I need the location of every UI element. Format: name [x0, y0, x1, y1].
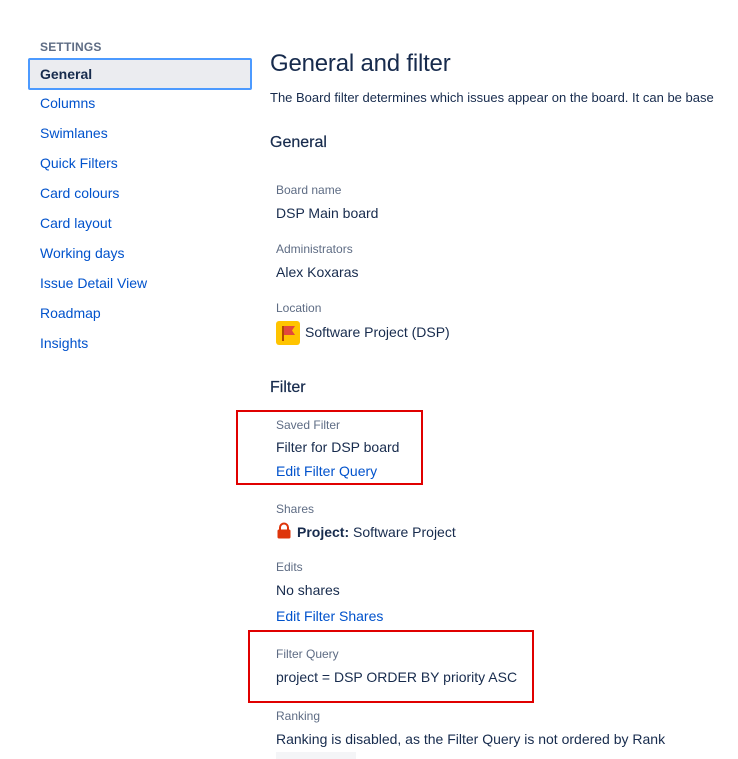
- general-section-heading: General: [270, 134, 327, 151]
- edits-field: Edits No shares Edit Filter Shares: [276, 559, 383, 626]
- location-value[interactable]: Software Project (DSP): [305, 324, 450, 340]
- lock-icon: [276, 522, 292, 544]
- saved-filter-value: Filter for DSP board: [276, 439, 400, 455]
- shares-label: Shares: [276, 502, 315, 516]
- saved-filter-field: Saved Filter Filter for DSP board Edit F…: [276, 417, 399, 481]
- sidebar-item-card-layout[interactable]: Card layout: [28, 208, 252, 238]
- sidebar-item-card-colours[interactable]: Card colours: [28, 178, 252, 208]
- sidebar-item-swimlanes[interactable]: Swimlanes: [28, 118, 252, 148]
- settings-sidebar: SETTINGS General Columns Swimlanes Quick…: [28, 38, 252, 358]
- edits-value: No shares: [276, 582, 340, 598]
- board-name-value: DSP Main board: [276, 205, 379, 221]
- administrators-field: Administrators Alex Koxaras: [276, 241, 358, 282]
- edit-filter-query-link[interactable]: Edit Filter Query: [276, 461, 399, 481]
- shares-value: Software Project: [353, 524, 456, 540]
- ranking-field: Ranking Ranking is disabled, as the Filt…: [276, 708, 665, 749]
- shares-field: Shares Project: Software Project: [276, 501, 456, 542]
- sidebar-item-quick-filters[interactable]: Quick Filters: [28, 148, 252, 178]
- board-settings-page: SETTINGS General Columns Swimlanes Quick…: [0, 0, 738, 759]
- saved-filter-label: Saved Filter: [276, 418, 341, 432]
- sidebar-heading: SETTINGS: [40, 40, 102, 54]
- page-description: The Board filter determines which issues…: [270, 90, 714, 105]
- sidebar-item-roadmap[interactable]: Roadmap: [28, 298, 252, 328]
- filter-section-heading: Filter: [270, 379, 306, 396]
- ranking-value: Ranking is disabled, as the Filter Query…: [276, 731, 666, 747]
- project-flag-icon: [276, 321, 300, 346]
- page-title: General and filter: [270, 50, 451, 77]
- partial-button[interactable]: [276, 752, 356, 759]
- edits-label: Edits: [276, 560, 303, 574]
- sidebar-item-general[interactable]: General: [28, 58, 252, 90]
- administrators-value: Alex Koxaras: [276, 264, 359, 280]
- edit-filter-shares-link[interactable]: Edit Filter Shares: [276, 606, 383, 626]
- filter-query-field: Filter Query project = DSP ORDER BY prio…: [276, 646, 517, 687]
- sidebar-item-insights[interactable]: Insights: [28, 328, 252, 358]
- board-name-label: Board name: [276, 183, 342, 197]
- ranking-label: Ranking: [276, 709, 321, 723]
- administrators-label: Administrators: [276, 242, 353, 256]
- location-label: Location: [276, 301, 322, 315]
- filter-query-label: Filter Query: [276, 647, 339, 661]
- board-name-field: Board name DSP Main board: [276, 182, 378, 223]
- sidebar-item-working-days[interactable]: Working days: [28, 238, 252, 268]
- main-content: General and filter The Board filter dete…: [270, 46, 738, 107]
- location-row: Software Project (DSP): [276, 319, 450, 346]
- shares-prefix: Project:: [297, 524, 350, 540]
- location-field: Location Software Project (DSP): [276, 300, 450, 346]
- sidebar-item-columns[interactable]: Columns: [28, 88, 252, 118]
- filter-query-value: project = DSP ORDER BY priority ASC: [276, 669, 518, 685]
- sidebar-item-issue-detail-view[interactable]: Issue Detail View: [28, 268, 252, 298]
- shares-row: Project: Software Project: [276, 522, 456, 542]
